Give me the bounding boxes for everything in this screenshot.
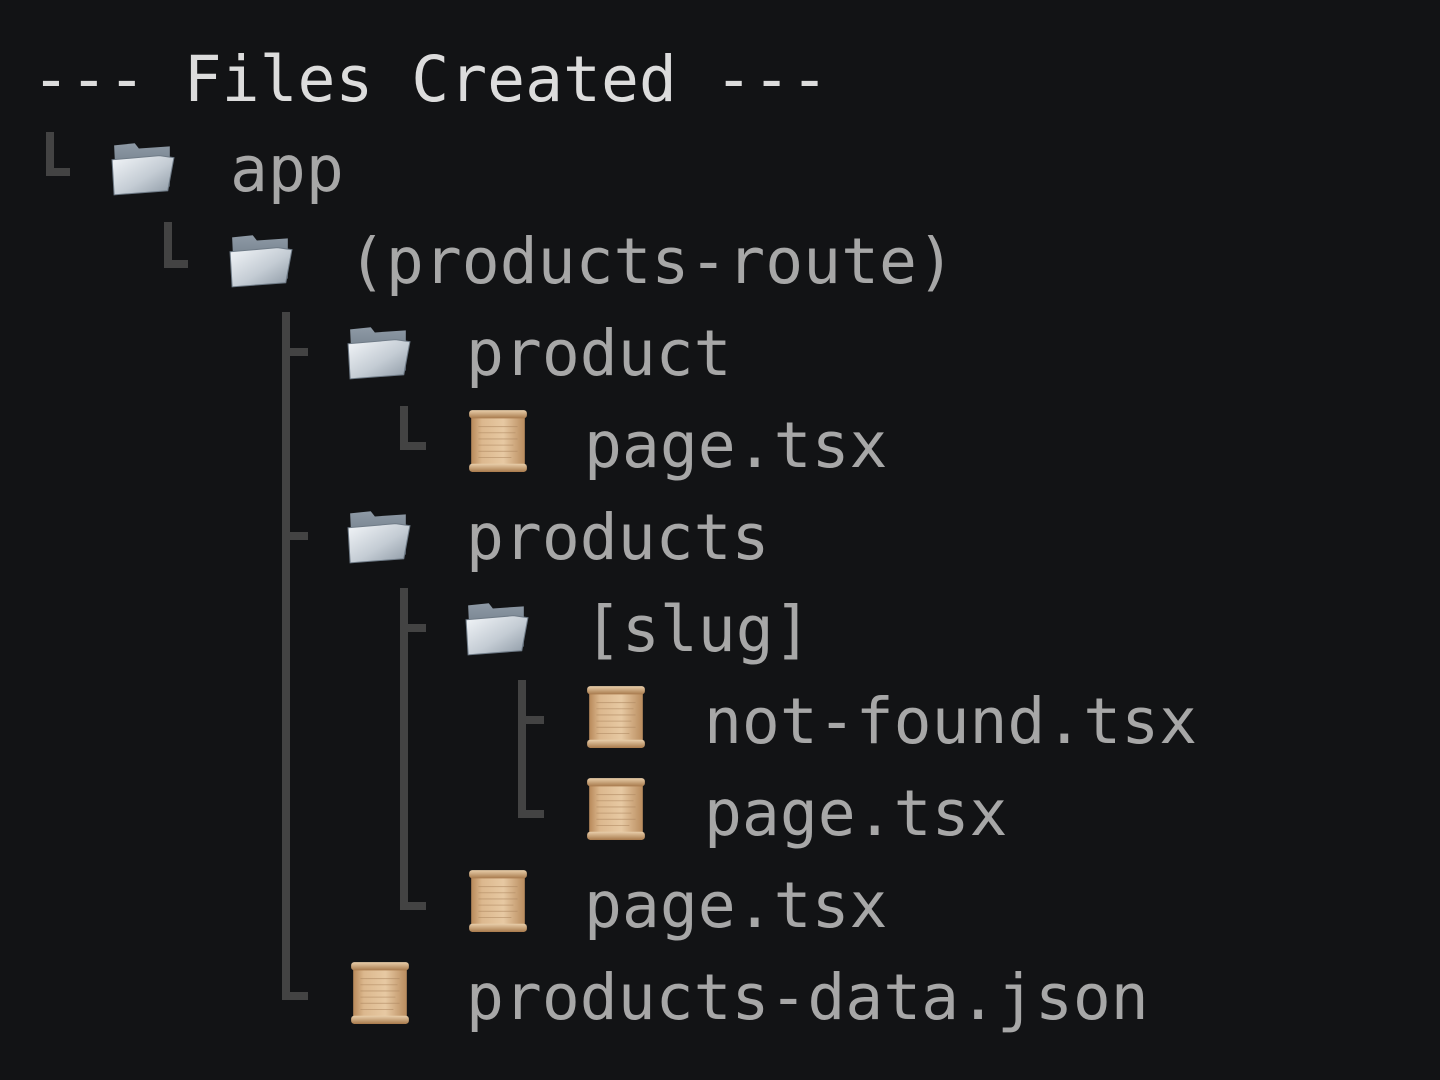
tree-item-label: page.tsx [584,409,888,482]
file-scroll-icon [466,408,530,474]
tree-item-label: page.tsx [584,869,888,942]
file-scroll-icon [348,960,412,1026]
tree-connector [282,312,290,1000]
tree-connector [400,442,426,450]
tree-item-label: [slug] [584,593,812,666]
tree-connector [282,992,308,1000]
folder-icon [346,504,412,566]
folder-icon [228,228,294,290]
folder-icon [346,320,412,382]
tree-connector [518,680,526,818]
tree-item-label: (products-route) [348,225,955,298]
tree-item-label: page.tsx [704,777,1008,850]
tree-item-label: products [466,501,770,574]
tree-item-label: app [230,133,344,206]
file-scroll-icon [584,684,648,750]
tree-connector [400,902,426,910]
files-created-heading: --- Files Created --- [32,43,829,116]
tree-connector [518,810,544,818]
terminal-window: --- Files Created --- app (products-rout… [0,0,1440,1080]
tree-connector [282,532,308,540]
tree-connector [282,348,308,356]
tree-item-label: products-data.json [466,961,1149,1034]
tree-connector [400,624,426,632]
file-scroll-icon [584,776,648,842]
tree-item-label: not-found.tsx [704,685,1198,758]
folder-icon [110,136,176,198]
tree-connector [400,588,408,910]
tree-connector [46,168,70,176]
tree-connector [518,716,544,724]
tree-connector [164,260,188,268]
file-scroll-icon [466,868,530,934]
tree-item-label: product [466,317,732,390]
folder-icon [464,596,530,658]
